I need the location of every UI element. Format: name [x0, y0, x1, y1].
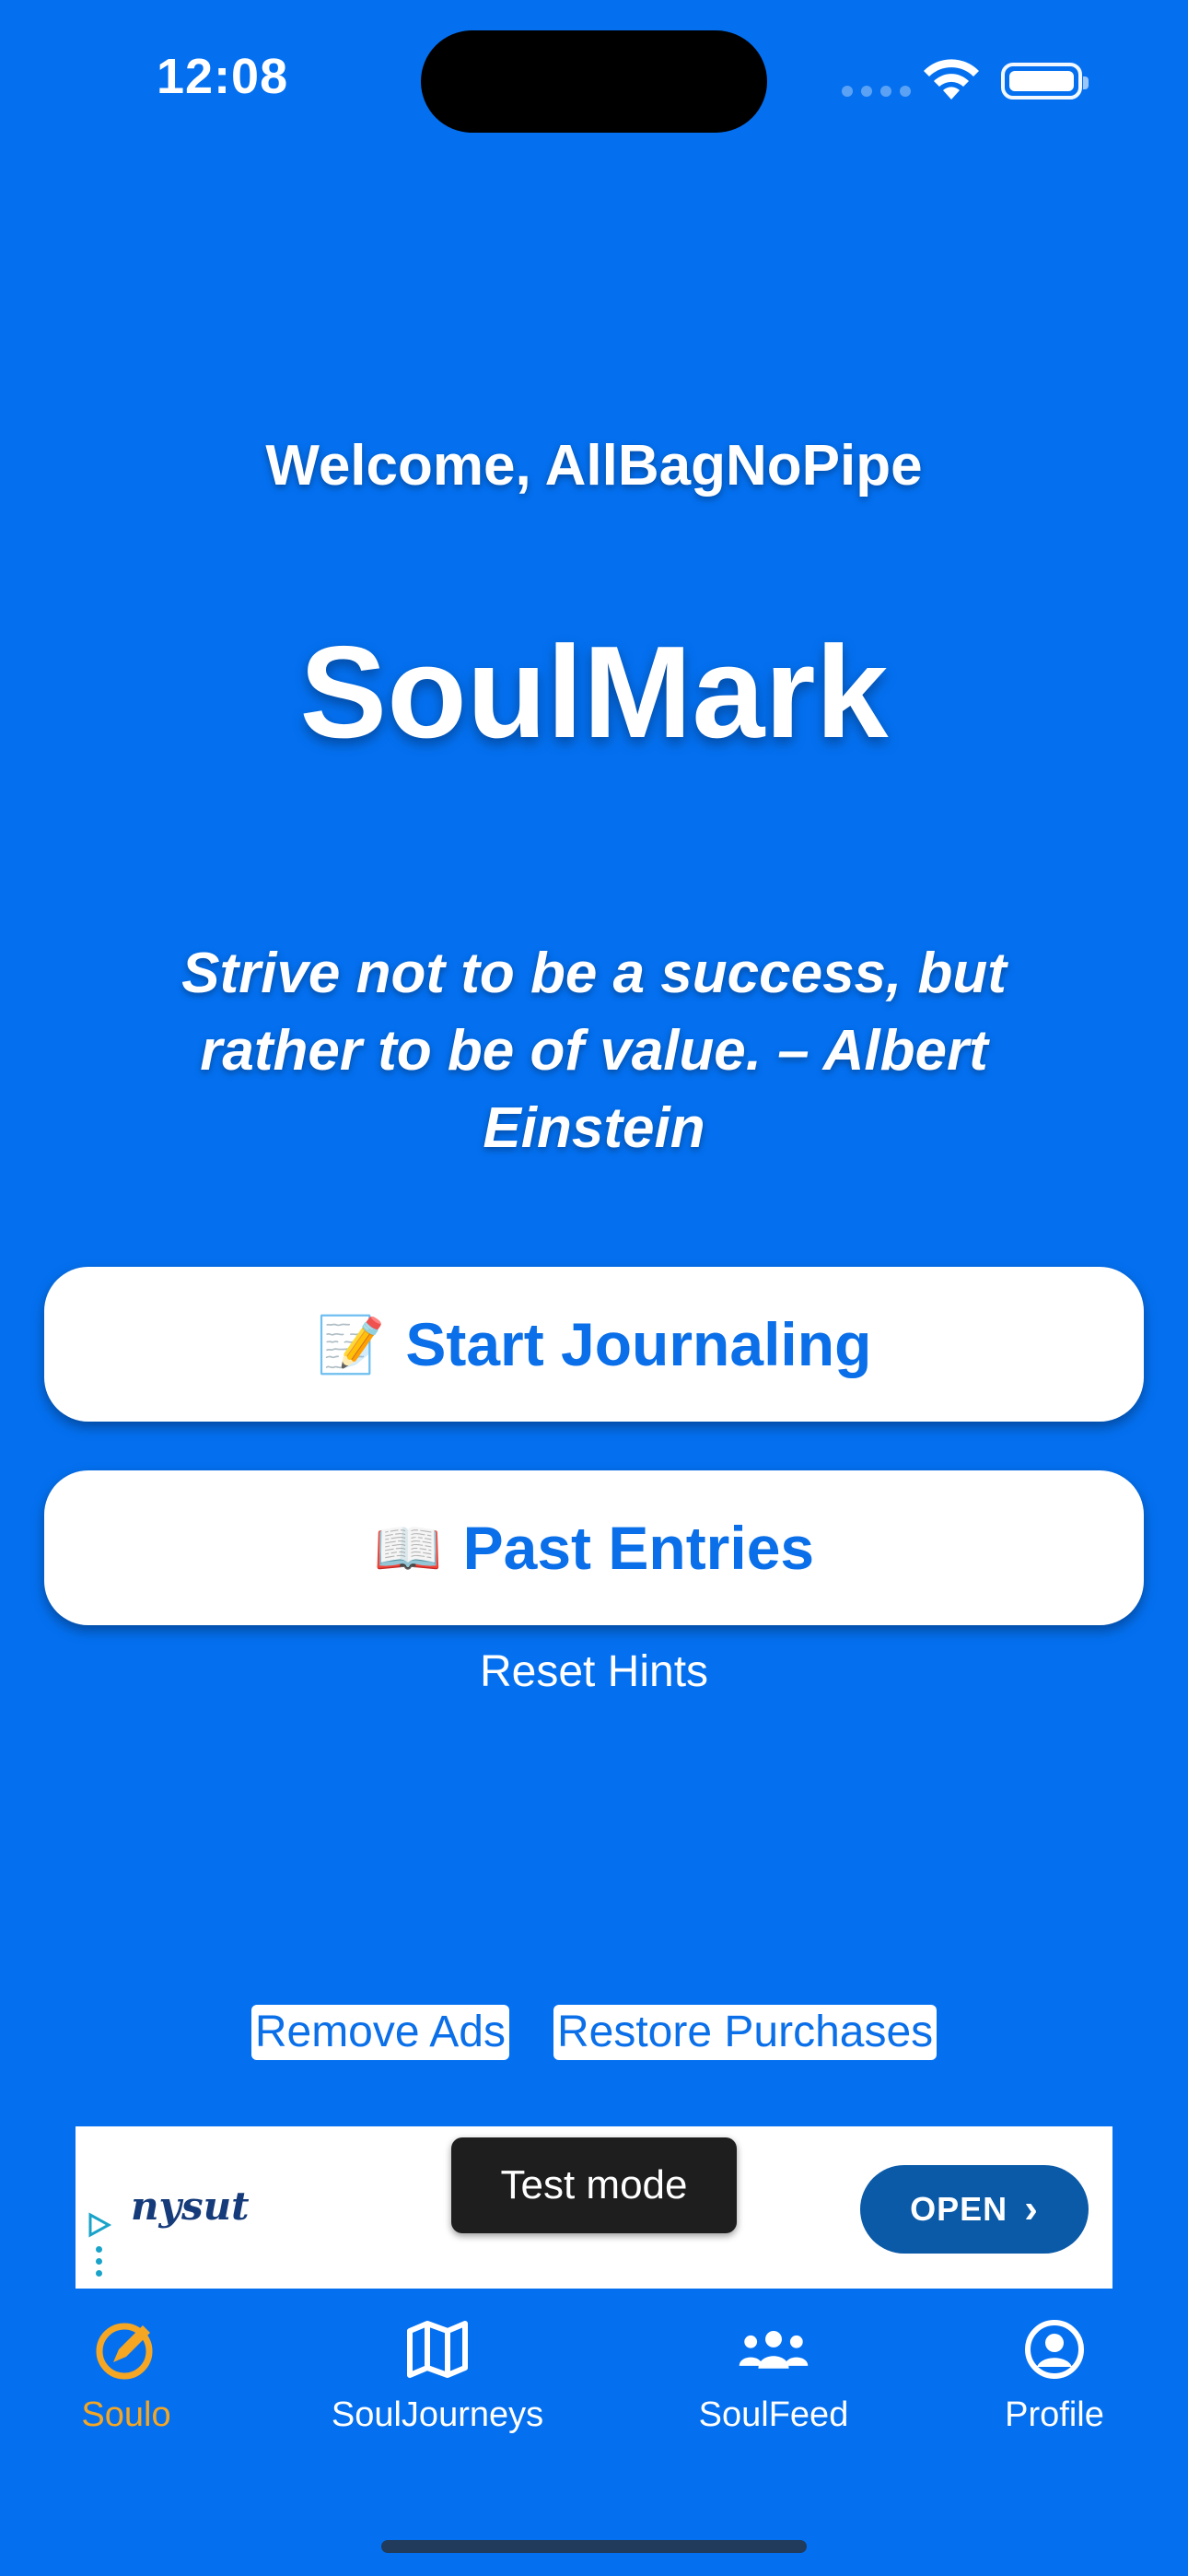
tab-label: SoulJourneys [331, 2395, 544, 2434]
past-entries-button[interactable]: 📖 Past Entries [44, 1470, 1144, 1625]
cellular-signal-icon [842, 86, 911, 97]
open-book-icon: 📖 [373, 1516, 443, 1579]
status-time: 12:08 [157, 49, 289, 104]
tab-soulfeed[interactable]: SoulFeed [681, 2313, 866, 2435]
app-screen: 12:08 Welcome, AllBagNoPipe SoulMark Str… [0, 0, 1188, 2576]
dynamic-island [421, 30, 767, 133]
ad-menu-icon[interactable] [96, 2246, 102, 2277]
adchoices-icon[interactable] [85, 2211, 112, 2239]
soulo-compass-icon [89, 2313, 163, 2386]
start-journaling-button[interactable]: 📝 Start Journaling [44, 1267, 1144, 1422]
past-entries-label: Past Entries [462, 1514, 815, 1582]
ad-open-label: OPEN [910, 2190, 1008, 2228]
tab-bar: Soulo SoulJourneys SoulFeed Profile [0, 2313, 1188, 2497]
app-title: SoulMark [299, 619, 889, 766]
tab-label: SoulFeed [698, 2395, 849, 2434]
wifi-icon [924, 59, 979, 100]
person-circle-icon [1018, 2313, 1091, 2386]
purchase-links: Remove Ads Restore Purchases [0, 2005, 1188, 2060]
tab-label: Soulo [81, 2395, 171, 2434]
start-journaling-label: Start Journaling [405, 1310, 872, 1378]
ad-logo: nysut [131, 2184, 250, 2229]
tab-label: Profile [1005, 2395, 1104, 2434]
tab-profile[interactable]: Profile [985, 2313, 1124, 2435]
daily-quote: Strive not to be a success, but rather t… [181, 942, 1007, 1160]
memo-icon: 📝 [316, 1313, 386, 1376]
chevron-right-icon: › [1024, 2186, 1039, 2231]
battery-icon [1001, 63, 1089, 100]
ad-open-button[interactable]: OPEN › [860, 2165, 1089, 2254]
reset-hints-link[interactable]: Reset Hints [0, 1646, 1188, 1697]
tab-soulo[interactable]: Soulo [66, 2313, 186, 2435]
restore-purchases-button[interactable]: Restore Purchases [553, 2005, 938, 2060]
ad-banner[interactable]: nysut Test mode OPEN › [76, 2126, 1112, 2289]
remove-ads-button[interactable]: Remove Ads [250, 2005, 509, 2060]
map-icon [401, 2313, 474, 2386]
tab-souljourneys[interactable]: SoulJourneys [313, 2313, 562, 2435]
people-icon [737, 2313, 810, 2386]
welcome-text: Welcome, AllBagNoPipe [265, 434, 923, 498]
test-mode-badge: Test mode [451, 2137, 737, 2233]
home-indicator[interactable] [381, 2540, 807, 2553]
